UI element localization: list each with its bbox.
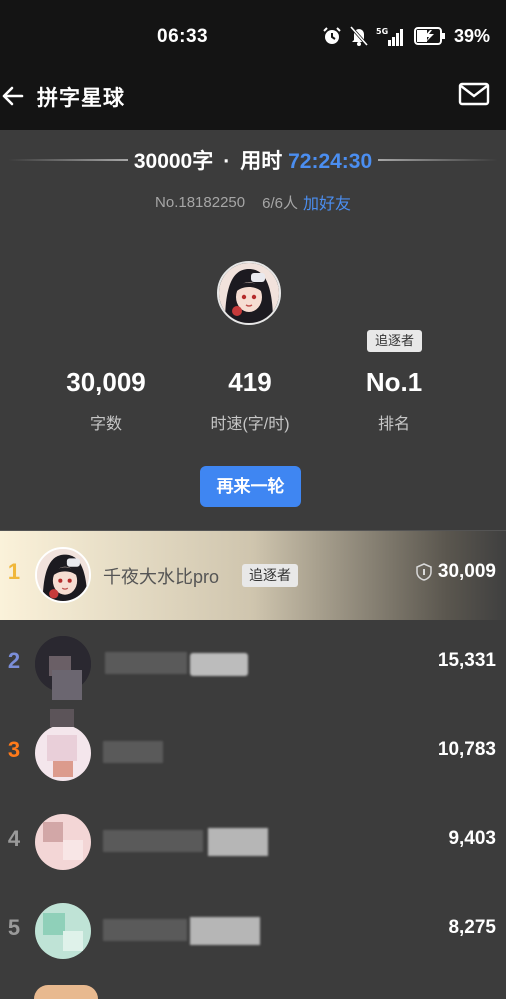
stat-rank-label: 排名 (377, 416, 410, 433)
time-label: 用时 (240, 150, 283, 173)
summary-divider-left (7, 159, 128, 161)
redacted-tag (208, 828, 268, 856)
status-icons: 5G 39% (322, 24, 490, 48)
stat-speed-value: 419 (228, 367, 272, 397)
back-arrow-icon[interactable] (0, 82, 28, 110)
next-row-avatar-partial (34, 985, 98, 999)
room-info: No.18182250 6/6人 加好友 (0, 190, 506, 214)
stat-speed-label: 时速(字/时) (210, 416, 290, 433)
score-value: 9,403 (448, 828, 496, 849)
score-value: 10,783 (437, 739, 496, 760)
avatar (35, 725, 91, 781)
summary-text: 30000字 · 用时 72:24:30 (134, 145, 372, 175)
redacted-name (105, 652, 187, 674)
stat-words-label: 字数 (89, 416, 122, 433)
rank-number: 3 (7, 737, 21, 762)
battery-charging-icon (413, 27, 445, 45)
elapsed-timer: 72:24:30 (288, 150, 373, 173)
redacted-tag (190, 653, 248, 676)
avatar-mosaic (50, 709, 74, 727)
rank-number: 4 (7, 826, 21, 851)
ranking-row-4[interactable]: 4 9,403 (0, 798, 506, 887)
play-again-button[interactable]: 再来一轮 (200, 466, 301, 507)
rank-number: 1 (7, 559, 21, 584)
stat-words-value: 30,009 (66, 367, 146, 397)
mail-icon[interactable] (458, 81, 490, 107)
stat-rank: No.1 排名 (329, 364, 459, 434)
redacted-name (103, 741, 163, 763)
shield-icon (416, 563, 432, 581)
rank-number: 5 (7, 915, 21, 940)
player-count: 6/6人 (262, 194, 298, 212)
player-score: 9,403 (448, 828, 496, 850)
ranking-row-2[interactable]: 2 15,331 (0, 620, 506, 709)
game-summary: 30000字 · 用时 72:24:30 (0, 145, 506, 175)
redacted-tag (190, 917, 260, 945)
anime-avatar-image (37, 549, 89, 601)
battery-percent: 39% (453, 25, 490, 46)
summary-dot: · (223, 150, 231, 173)
chaser-badge: 追逐者 (367, 330, 422, 352)
score-value: 15,331 (437, 650, 496, 671)
alarm-icon (323, 27, 341, 44)
avatar (35, 547, 91, 603)
avatar[interactable] (217, 261, 281, 325)
chaser-badge: 追逐者 (242, 564, 298, 587)
player-score: 15,331 (438, 650, 496, 672)
ranking-row-3[interactable]: 3 10,783 (0, 709, 506, 798)
stat-speed: 419 时速(字/时) (185, 364, 315, 434)
player-score: 8,275 (448, 917, 496, 939)
ranking-row-1[interactable]: 1 千夜大水比pro 追逐者 30,009 (0, 531, 506, 620)
summary-divider-right (378, 159, 499, 161)
avatar (35, 903, 91, 959)
avatar (35, 814, 91, 870)
room-number: No.18182250 (155, 193, 246, 211)
redacted-name (103, 919, 187, 941)
player-score: 30,009 (416, 561, 496, 583)
page-title: 拼字星球 (37, 87, 125, 110)
total-words: 30000字 (133, 150, 214, 173)
anime-avatar-image (219, 263, 279, 323)
app-bar: 拼字星球 (0, 72, 506, 130)
score-value: 30,009 (437, 561, 496, 582)
player-name: 千夜大水比pro (103, 567, 220, 587)
redacted-name (103, 830, 203, 852)
stat-words: 30,009 字数 (41, 364, 171, 434)
ranking-row-5[interactable]: 5 8,275 (0, 887, 506, 976)
signal-5g-icon: 5G (376, 27, 403, 46)
stat-rank-value: No.1 (365, 367, 423, 397)
svg-text:5G: 5G (376, 27, 388, 36)
status-bar: 06:33 5G 39% (0, 0, 506, 72)
rank-number: 2 (7, 648, 21, 673)
score-value: 8,275 (448, 917, 496, 938)
mute-bell-icon (349, 26, 368, 46)
status-time: 06:33 (157, 26, 209, 47)
avatar-mosaic (52, 670, 82, 700)
add-friend-link[interactable]: 加好友 (303, 190, 351, 214)
player-score: 10,783 (438, 739, 496, 761)
